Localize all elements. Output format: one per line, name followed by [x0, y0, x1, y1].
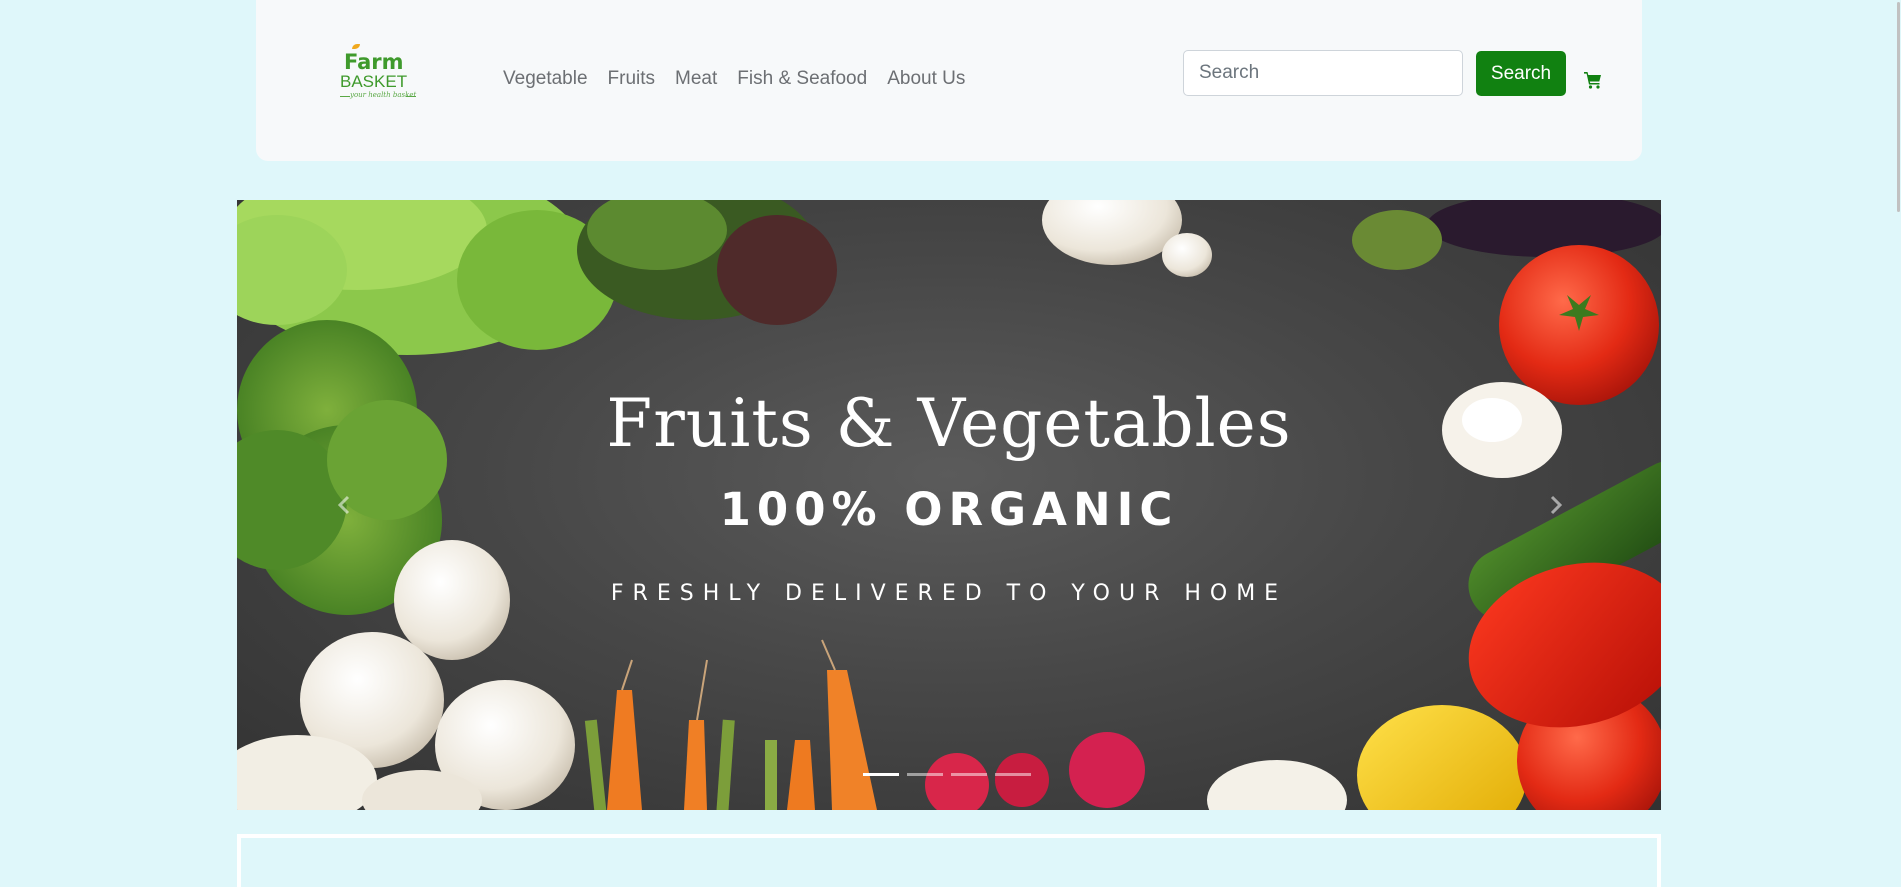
scrollbar-thumb[interactable] — [1897, 2, 1900, 212]
hero-subtitle: 100% ORGANIC — [719, 483, 1179, 536]
logo-line1: Farm — [344, 50, 404, 74]
carousel-indicator[interactable] — [951, 773, 987, 776]
brand-logo[interactable]: Farm BASKET your health basket — [340, 44, 422, 108]
search-button[interactable]: Search — [1476, 51, 1566, 96]
carousel-indicator[interactable] — [863, 773, 899, 776]
content-section — [237, 834, 1661, 887]
page-scrollbar[interactable] — [1895, 0, 1901, 887]
page: Farm BASKET your health basket Vegetable… — [0, 0, 1901, 887]
logo-tagline: your health basket — [350, 91, 417, 99]
chevron-right-icon[interactable] — [1544, 485, 1568, 525]
chevron-left-icon[interactable] — [332, 485, 356, 525]
nav-link-about-us[interactable]: About Us — [887, 68, 965, 90]
search-input[interactable] — [1183, 50, 1463, 96]
navbar: Farm BASKET your health basket Vegetable… — [256, 0, 1642, 161]
hero-carousel[interactable]: Fruits & Vegetables 100% ORGANIC FRESHLY… — [237, 200, 1661, 810]
hero-tagline: FRESHLY DELIVERED TO YOUR HOME — [610, 581, 1288, 606]
logo-divider — [406, 96, 416, 97]
nav-link-fish-seafood[interactable]: Fish & Seafood — [737, 68, 867, 90]
shopping-cart-icon[interactable] — [1584, 71, 1602, 89]
carousel-indicator[interactable] — [995, 773, 1031, 776]
nav-link-meat[interactable]: Meat — [675, 68, 717, 90]
hero-title: Fruits & Vegetables — [606, 385, 1292, 462]
logo-line2: BASKET — [340, 72, 408, 91]
main-nav: Vegetable Fruits Meat Fish & Seafood Abo… — [503, 68, 965, 90]
logo-divider — [340, 96, 350, 97]
carousel-indicators — [863, 773, 1031, 776]
logo-leaf-icon — [352, 44, 360, 49]
carousel-indicator[interactable] — [907, 773, 943, 776]
nav-link-fruits[interactable]: Fruits — [608, 68, 656, 90]
nav-link-vegetable[interactable]: Vegetable — [503, 68, 588, 90]
